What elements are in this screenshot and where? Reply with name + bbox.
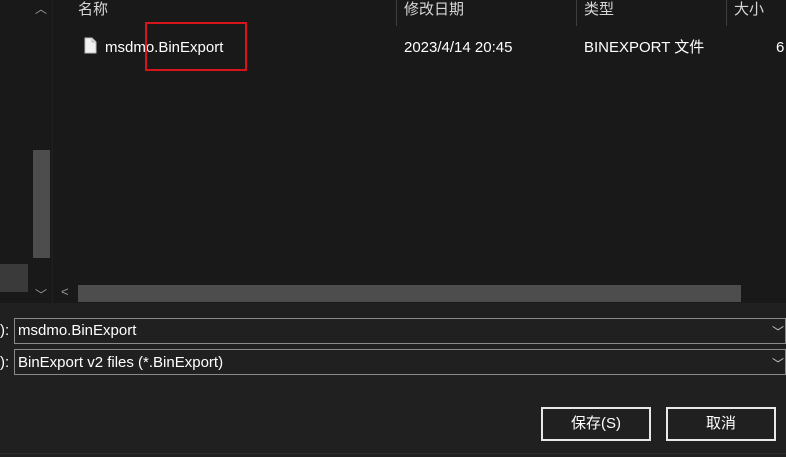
column-header-modified[interactable]: 修改日期 bbox=[404, 0, 464, 27]
scroll-down-icon[interactable]: ﹀ bbox=[35, 286, 47, 303]
horizontal-scroll-thumb[interactable] bbox=[78, 285, 741, 302]
chevron-down-icon[interactable]: ﹀ bbox=[772, 355, 784, 372]
column-separator[interactable] bbox=[396, 0, 397, 26]
column-header-size[interactable]: 大小 bbox=[734, 0, 764, 27]
save-button[interactable]: 保存(S) bbox=[541, 407, 651, 441]
navigation-selected-item[interactable] bbox=[0, 264, 28, 292]
scroll-left-icon[interactable]: < bbox=[61, 284, 69, 299]
cancel-button[interactable]: 取消 bbox=[666, 407, 776, 441]
filename-input[interactable]: msdmo.BinExport bbox=[18, 321, 136, 341]
column-header-name[interactable]: 名称 bbox=[78, 0, 108, 27]
scroll-up-icon[interactable]: ︿ bbox=[35, 0, 47, 17]
column-separator[interactable] bbox=[726, 0, 727, 26]
filetype-select[interactable]: BinExport v2 files (*.BinExport) bbox=[18, 353, 223, 373]
filename-label: ): bbox=[0, 322, 10, 339]
document-icon bbox=[84, 37, 97, 54]
navigation-scroll-thumb[interactable] bbox=[33, 150, 50, 258]
file-size: 6 bbox=[776, 39, 785, 56]
chevron-down-icon[interactable]: ﹀ bbox=[772, 323, 784, 340]
file-modified-date: 2023/4/14 20:45 bbox=[404, 39, 513, 56]
divider bbox=[0, 453, 786, 454]
file-type: BINEXPORT 文件 bbox=[584, 39, 705, 56]
column-separator[interactable] bbox=[576, 0, 577, 26]
column-header-type[interactable]: 类型 bbox=[584, 0, 614, 27]
filetype-label: ): bbox=[0, 354, 10, 371]
highlight-annotation bbox=[145, 22, 247, 71]
